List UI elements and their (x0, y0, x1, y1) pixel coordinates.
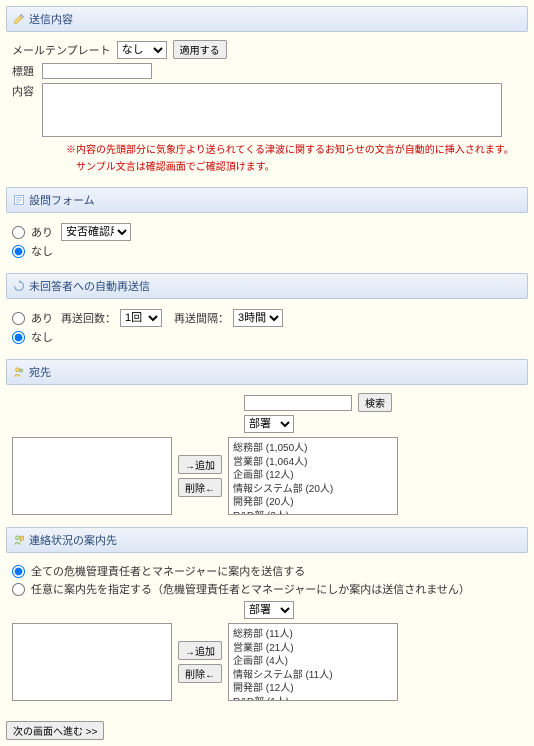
subject-label: 標題 (12, 63, 36, 79)
dest-right-list[interactable]: 総務部 (1,050人)営業部 (1,064人)企画部 (12人)情報システム部… (228, 437, 398, 515)
dest-add-button[interactable]: →追加 (178, 455, 222, 474)
dest-dept-select[interactable]: 部署 (244, 415, 294, 433)
section-header-dest: 宛先 (6, 359, 528, 385)
section-form: 設問フォーム あり 安否確認用 なし (6, 187, 528, 265)
contact-icon (13, 534, 25, 546)
contact-left-list[interactable] (12, 623, 172, 701)
section-header-content: 送信内容 (6, 6, 528, 32)
section-title: 宛先 (29, 364, 51, 380)
form-radio-no[interactable] (12, 245, 25, 258)
list-item[interactable]: 営業部 (21人) (233, 642, 393, 656)
contact-remove-button[interactable]: 削除← (178, 664, 222, 683)
list-item[interactable]: 開発部 (12人) (233, 682, 393, 696)
contact-radio-pick[interactable] (12, 583, 25, 596)
list-item[interactable]: R&D部 (1人) (233, 696, 393, 702)
warning-2: サンプル文言は確認画面でご確認頂けます。 (12, 158, 522, 175)
section-title: 送信内容 (29, 11, 73, 27)
dest-left-list[interactable] (12, 437, 172, 515)
contact-right-list[interactable]: 総務部 (11人)営業部 (21人)企画部 (4人)情報システム部 (11人)開… (228, 623, 398, 701)
contact-pick-label: 任意に案内先を指定する（危機管理責任者とマネージャーにしか案内は送信されません） (31, 581, 470, 597)
section-header-contact: 連絡状況の案内先 (6, 527, 528, 553)
edit-icon (13, 13, 25, 25)
resend-count-label: 再送回数： (61, 310, 116, 326)
next-button[interactable]: 次の画面へ進む >> (6, 721, 104, 740)
section-dest: 宛先 検索 部署 →追加 削除← 総務部 (1,050人)営業部 (1,064人… (6, 359, 528, 519)
form-no-label: なし (31, 243, 53, 259)
section-header-resend: 未回答者への自動再送信 (6, 273, 528, 299)
warning-1: ※内容の先頭部分に気象庁より送られてくる津波に関するお知らせの文言が自動的に挿入… (12, 141, 522, 158)
list-item[interactable]: 企画部 (4人) (233, 655, 393, 669)
list-item[interactable]: 企画部 (12人) (233, 469, 393, 483)
list-item[interactable]: 開発部 (20人) (233, 496, 393, 510)
form-radio-yes[interactable] (12, 226, 25, 239)
resend-count-select[interactable]: 1回 (120, 309, 162, 327)
resend-icon (13, 280, 25, 292)
resend-yes-label: あり (31, 310, 53, 326)
resend-radio-no[interactable] (12, 331, 25, 344)
resend-interval-label: 再送間隔： (174, 310, 229, 326)
section-header-form: 設問フォーム (6, 187, 528, 213)
section-resend: 未回答者への自動再送信 あり 再送回数： 1回 再送間隔： 3時間 なし (6, 273, 528, 351)
apply-button[interactable]: 適用する (173, 40, 227, 59)
dest-search-button[interactable]: 検索 (358, 393, 392, 412)
resend-radio-yes[interactable] (12, 312, 25, 325)
resend-interval-select[interactable]: 3時間 (233, 309, 283, 327)
form-yes-label: あり (31, 224, 53, 240)
dest-search-input[interactable] (244, 395, 352, 411)
subject-input[interactable] (42, 63, 152, 79)
contact-radio-all[interactable] (12, 565, 25, 578)
form-icon (13, 194, 25, 206)
section-title: 設問フォーム (29, 192, 95, 208)
contact-dept-select[interactable]: 部署 (244, 601, 294, 619)
section-content: 送信内容 メールテンプレート なし 適用する 標題 内容 ※内容の先頭部分に気象… (6, 6, 528, 179)
list-item[interactable]: R&D部 (3人) (233, 510, 393, 516)
template-label: メールテンプレート (12, 42, 111, 58)
template-select[interactable]: なし (117, 41, 167, 59)
resend-no-label: なし (31, 329, 53, 345)
dest-remove-button[interactable]: 削除← (178, 478, 222, 497)
dest-icon (13, 366, 25, 378)
form-yes-select[interactable]: 安否確認用 (61, 223, 131, 241)
list-item[interactable]: 営業部 (1,064人) (233, 456, 393, 470)
body-textarea[interactable] (42, 83, 502, 137)
contact-add-button[interactable]: →追加 (178, 641, 222, 660)
body-label: 内容 (12, 83, 36, 99)
list-item[interactable]: 情報システム部 (11人) (233, 669, 393, 683)
list-item[interactable]: 総務部 (11人) (233, 628, 393, 642)
list-item[interactable]: 情報システム部 (20人) (233, 483, 393, 497)
contact-all-label: 全ての危機管理責任者とマネージャーに案内を送信する (31, 563, 305, 579)
section-contact: 連絡状況の案内先 全ての危機管理責任者とマネージャーに案内を送信する 任意に案内… (6, 527, 528, 705)
section-title: 連絡状況の案内先 (29, 532, 117, 548)
list-item[interactable]: 総務部 (1,050人) (233, 442, 393, 456)
section-title: 未回答者への自動再送信 (29, 278, 150, 294)
